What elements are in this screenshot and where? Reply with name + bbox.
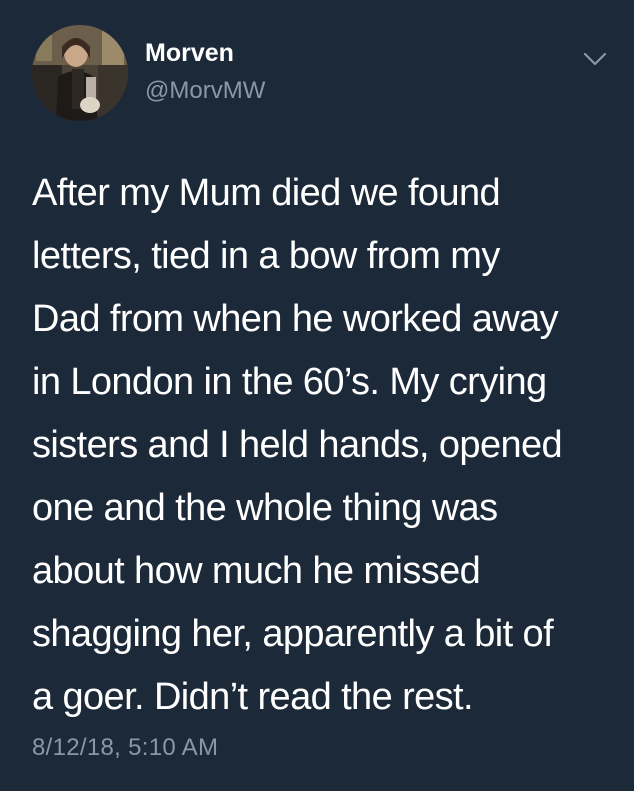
tweet-timestamp[interactable]: 8/12/18, 5:10 AM [32,733,218,763]
tweet-text-line: Dad from when he worked away [32,298,559,340]
tweet-text-line: letters, tied in a bow from my [32,235,500,277]
tweet-text: After my Mum died we found letters, tied… [32,162,622,729]
tweet-text-line: one and the whole thing was [32,487,498,529]
tweet-text-line: After my Mum died we found [32,172,501,214]
tweet-card: Morven @MorvMW After my Mum died we foun… [0,0,634,791]
tweet-text-line: in London in the 60’s. My crying [32,361,547,403]
profile-photo-image [32,25,128,121]
chevron-down-icon[interactable] [580,48,610,70]
avatar[interactable] [32,25,128,121]
tweet-text-line: sisters and I held hands, opened [32,424,563,466]
user-handle[interactable]: @MorvMW [145,76,265,106]
tweet-text-line: shagging her, apparently a bit of [32,613,554,655]
tweet-text-line: about how much he missed [32,550,481,592]
tweet-text-line: a goer. Didn’t read the rest. [32,676,474,718]
display-name[interactable]: Morven [145,38,234,68]
